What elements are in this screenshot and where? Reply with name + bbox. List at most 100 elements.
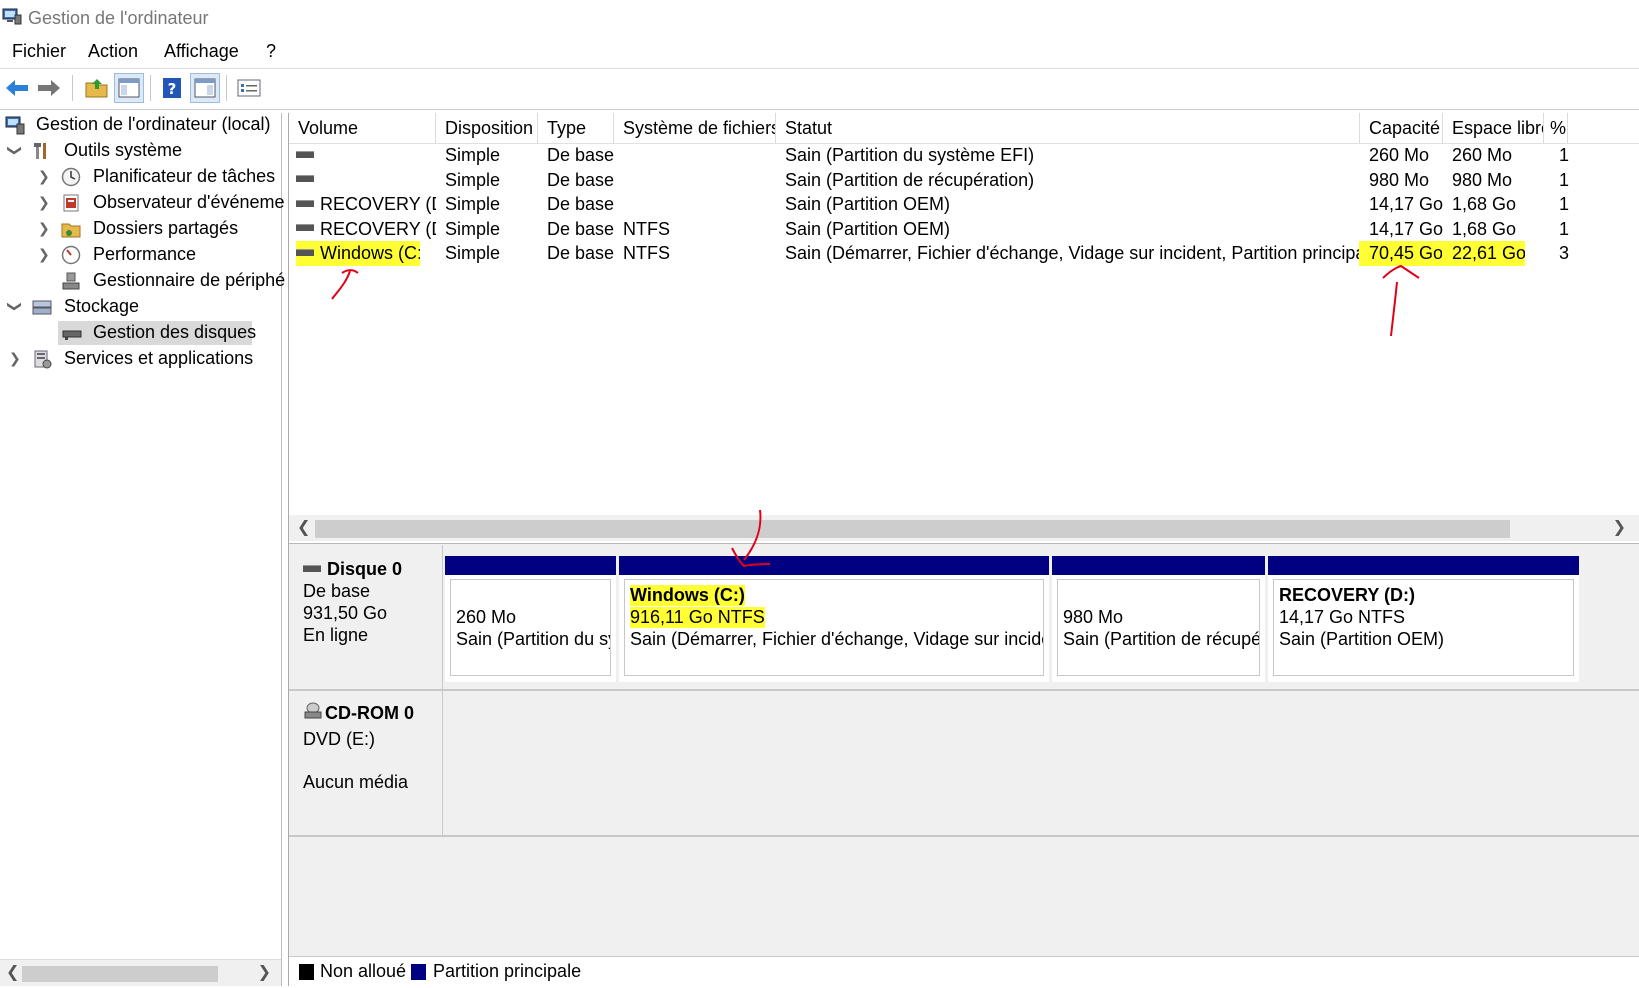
chevron-right-icon[interactable]: ❯ xyxy=(38,194,50,211)
volume-cell-text: 22,61 Go xyxy=(1452,243,1525,263)
chevron-right-icon[interactable]: ❯ xyxy=(38,220,50,237)
scroll-right-icon[interactable]: ❯ xyxy=(1613,517,1626,537)
disk-0-label[interactable]: Disque 0 De base 931,50 Go En ligne xyxy=(289,545,443,689)
volume-cell-volume xyxy=(296,143,436,168)
console-tree: Gestion de l'ordinateur (local) ❯ Outils… xyxy=(0,113,285,986)
volume-cell-fs: NTFS xyxy=(623,217,776,242)
performance-gauge-icon xyxy=(61,245,81,265)
chevron-down-icon[interactable]: ❯ xyxy=(6,145,23,157)
column-header-filesystem[interactable]: Système de fichiers xyxy=(614,113,776,143)
show-action-pane-button[interactable] xyxy=(190,73,220,103)
tree-item-root[interactable]: Gestion de l'ordinateur (local) xyxy=(0,113,281,137)
up-folder-button[interactable] xyxy=(82,73,112,103)
tree-item-event-viewer[interactable]: ❯ Observateur d'événeme xyxy=(0,191,285,215)
scroll-thumb[interactable] xyxy=(315,520,1510,538)
chevron-right-icon[interactable]: ❯ xyxy=(38,246,50,263)
volume-cell-text: Simple xyxy=(445,218,501,239)
tree-item-disk-management[interactable]: Gestion des disques xyxy=(58,321,256,345)
tree-horizontal-scrollbar[interactable]: ❮ ❯ xyxy=(0,959,281,986)
column-header-capacite[interactable]: Capacité xyxy=(1360,113,1443,143)
menu-action[interactable]: Action xyxy=(88,41,138,62)
column-header-volume[interactable]: Volume xyxy=(289,113,436,143)
empty-disk-area xyxy=(289,837,1639,950)
volume-cell-text: NTFS xyxy=(623,218,670,239)
tree-item-shared-folders[interactable]: ❯ Dossiers partagés xyxy=(0,217,281,241)
volume-cell-pct: 1 xyxy=(1559,192,1579,217)
column-header-type[interactable]: Type xyxy=(538,113,614,143)
volume-cell-text: Simple xyxy=(445,169,501,190)
menu-fichier[interactable]: Fichier xyxy=(12,41,66,62)
partition-body: Windows (C:) 916,11 Go NTFS Sain (Démarr… xyxy=(624,579,1044,676)
volume-row[interactable]: RECOVERY (D:) Simple De base NTFS Sain (Part… xyxy=(289,217,1639,242)
list-horizontal-scrollbar[interactable]: ❮ ❯ xyxy=(289,515,1639,541)
scroll-left-icon[interactable]: ❮ xyxy=(297,517,310,537)
volume-row[interactable]: Simple De base Sain (Partition de récupéra… xyxy=(289,168,1639,193)
menu-help[interactable]: ? xyxy=(266,41,276,62)
volume-cell-pct: 1 xyxy=(1559,168,1579,193)
column-header-espace-libre[interactable]: Espace libre xyxy=(1443,113,1544,143)
show-hide-tree-button[interactable] xyxy=(114,73,144,103)
scroll-right-icon[interactable]: ❯ xyxy=(258,962,271,982)
cdrom-0-area xyxy=(443,691,1639,835)
chevron-right-icon[interactable]: ❯ xyxy=(38,168,50,185)
svg-text:?: ? xyxy=(168,80,177,98)
partition-recovery-d[interactable]: RECOVERY (D:) 14,17 Go NTFS Sain (Partit… xyxy=(1268,556,1579,682)
column-header-percent[interactable]: % xyxy=(1544,113,1568,143)
chevron-right-icon[interactable]: ❯ xyxy=(9,350,21,367)
scroll-left-icon[interactable]: ❮ xyxy=(6,962,19,982)
tree-item-label: Services et applications xyxy=(64,348,254,368)
column-header-disposition[interactable]: Disposition xyxy=(436,113,538,143)
volume-cell-text: 260 Mo xyxy=(1369,145,1430,165)
partition-efi[interactable]: 260 Mo Sain (Partition du sy xyxy=(445,556,616,682)
volume-row[interactable]: RECOVERY (D:) Simple De base Sain (Partitio… xyxy=(289,192,1639,217)
volume-cell-disposition: Simple xyxy=(445,241,538,266)
volume-cell-volume: Windows (C:) xyxy=(296,241,420,266)
volume-cell-type: De base xyxy=(547,143,614,168)
toolbar-separator xyxy=(150,75,151,101)
tree-item-label: Gestion des disques xyxy=(93,322,257,342)
cdrom-0-label[interactable]: CD-ROM 0 DVD (E:) Aucun média xyxy=(289,691,443,835)
volume-row[interactable]: Windows (C:) Simple De base NTFS Sain (Démar… xyxy=(289,241,1639,266)
legend-unallocated: Non alloué xyxy=(320,961,407,981)
properties-button[interactable] xyxy=(234,73,264,103)
volume-cell-disposition: Simple xyxy=(445,168,538,193)
forward-arrow-icon xyxy=(38,80,60,96)
tree-item-label: Performance xyxy=(93,244,197,264)
partition-recovery[interactable]: 980 Mo Sain (Partition de récupér xyxy=(1052,556,1265,682)
volume-cell-text: De base xyxy=(547,145,614,165)
storage-icon xyxy=(32,300,52,315)
back-button[interactable] xyxy=(2,73,32,103)
computer-management-icon xyxy=(2,8,22,25)
volume-row[interactable]: Simple De base Sain (Partition du système … xyxy=(289,143,1639,168)
volume-cell-disposition: Simple xyxy=(445,143,538,168)
cdrom-0-title: CD-ROM 0 xyxy=(303,702,414,724)
column-header-statut[interactable]: Statut xyxy=(776,113,1360,143)
title-bar: Gestion de l'ordinateur xyxy=(0,0,1639,37)
tree-item-performance[interactable]: ❯ Performance xyxy=(0,243,281,267)
tree-item-label: Stockage xyxy=(64,296,140,316)
tree-item-services[interactable]: ❯ Services et applications xyxy=(0,347,281,371)
legend-primary: Partition principale xyxy=(433,961,582,981)
chevron-down-icon[interactable]: ❯ xyxy=(6,301,23,313)
partition-bar xyxy=(619,556,1049,575)
volume-cell-text: Sain (Démarrer, Fichier d'échange, Vidag… xyxy=(785,243,1360,263)
volume-disk-icon xyxy=(296,175,314,183)
volume-cell-type: De base xyxy=(547,168,614,193)
partition-windows-c[interactable]: Windows (C:) 916,11 Go NTFS Sain (Démarr… xyxy=(619,556,1049,682)
disk-management-icon xyxy=(62,330,82,340)
menu-affichage[interactable]: Affichage xyxy=(164,41,239,62)
toolbar-separator xyxy=(72,75,73,101)
help-button[interactable]: ? xyxy=(157,73,187,103)
scroll-thumb[interactable] xyxy=(22,966,218,982)
volume-cell-type: De base xyxy=(547,192,614,217)
partition-title: Windows (C:) xyxy=(630,585,745,606)
tree-item-task-scheduler[interactable]: ❯ Planificateur de tâches xyxy=(0,165,281,189)
tree-item-system-tools[interactable]: ❯ Outils système xyxy=(0,139,281,163)
action-pane-icon xyxy=(194,78,216,98)
back-arrow-icon xyxy=(6,80,28,96)
tree-item-device-manager[interactable]: Gestionnaire de périphé xyxy=(0,269,285,293)
volume-cell-text: 980 Mo xyxy=(1452,169,1513,190)
forward-button[interactable] xyxy=(34,73,64,103)
volume-cell-type: De base xyxy=(547,241,614,266)
tree-item-storage[interactable]: ❯ Stockage xyxy=(0,295,281,319)
